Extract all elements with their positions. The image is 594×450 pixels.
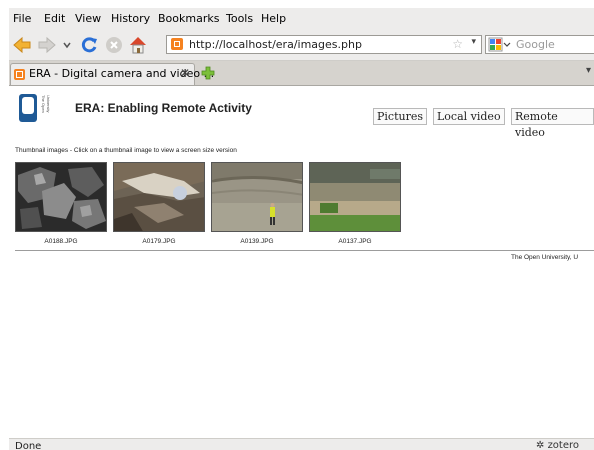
zotero-addon[interactable]: ✲ zotero	[536, 440, 579, 450]
tab-favicon-icon	[14, 69, 25, 80]
menu-file[interactable]: File	[13, 12, 31, 25]
rocks-photo	[16, 163, 106, 231]
thumbnail-label: A0139.JPG	[240, 238, 274, 245]
tab-era[interactable]: ERA - Digital camera and video ... ✕	[10, 63, 214, 85]
menu-history[interactable]: History	[111, 12, 150, 25]
reload-button[interactable]	[79, 35, 99, 55]
search-box[interactable]: Google	[485, 35, 594, 54]
url-text: http://localhost/era/images.php	[189, 38, 362, 51]
menu-edit[interactable]: Edit	[44, 12, 65, 25]
thumbnail-a0188[interactable]	[15, 162, 107, 232]
tab-list-icon[interactable]: ▾	[586, 65, 591, 76]
open-university-logo: The Open University	[19, 94, 51, 122]
close-tab-icon[interactable]: ✕	[180, 66, 190, 80]
stop-button[interactable]	[104, 35, 124, 55]
local-video-button[interactable]: Local video	[433, 108, 505, 125]
menu-view[interactable]: View	[75, 12, 101, 25]
reload-icon	[81, 37, 97, 53]
search-placeholder: Google	[516, 38, 555, 51]
remote-video-button[interactable]: Remote video	[511, 108, 594, 139]
tab-bar: ERA - Digital camera and video ... ✕ ▾	[9, 61, 594, 86]
history-dropdown[interactable]	[61, 35, 73, 55]
zotero-label: zotero	[547, 440, 580, 450]
status-text: Done	[15, 441, 42, 450]
divider	[15, 250, 594, 251]
menu-help[interactable]: Help	[261, 12, 286, 25]
menu-bookmarks[interactable]: Bookmarks	[158, 12, 219, 25]
bookmark-star-icon[interactable]: ☆	[452, 37, 463, 51]
page-title: ERA: Enabling Remote Activity	[75, 101, 252, 115]
back-arrow-icon	[13, 36, 31, 54]
menu-bar: File Edit View History Bookmarks Tools H…	[9, 8, 594, 30]
navigation-toolbar: http://localhost/era/images.php ☆ ▾ Goog…	[9, 30, 594, 61]
thumbnail-a0139[interactable]	[211, 162, 303, 232]
home-icon	[130, 37, 146, 54]
url-dropdown-icon[interactable]: ▾	[471, 37, 476, 47]
quarry-landscape-photo	[310, 163, 400, 231]
browser-window: File Edit View History Bookmarks Tools H…	[9, 8, 594, 450]
thumbnail-label: A0137.JPG	[338, 238, 372, 245]
page-footer: The Open University, U	[511, 254, 579, 261]
menu-tools[interactable]: Tools	[226, 12, 253, 25]
svg-text:University: University	[46, 95, 51, 113]
pictures-button[interactable]: Pictures	[373, 108, 427, 125]
home-button[interactable]	[128, 35, 148, 55]
quarry-person-photo	[212, 163, 302, 231]
forward-arrow-icon	[38, 36, 56, 54]
thumbnail-a0179[interactable]	[113, 162, 205, 232]
stop-icon	[106, 37, 122, 53]
site-favicon-icon	[171, 38, 183, 50]
new-tab-icon[interactable]	[201, 66, 215, 80]
thumbnail-a0137[interactable]	[309, 162, 401, 232]
thumbnail-label: A0188.JPG	[44, 238, 78, 245]
thumbnail-caption: Thumbnail images - Click on a thumbnail …	[15, 147, 237, 154]
url-bar[interactable]: http://localhost/era/images.php ☆ ▾	[166, 35, 482, 54]
svg-text:The Open: The Open	[41, 95, 46, 113]
rock-outcrop-photo	[114, 163, 204, 231]
chevron-down-icon	[63, 42, 71, 49]
page-content: The Open University ERA: Enabling Remote…	[9, 86, 594, 438]
google-engine-icon[interactable]	[488, 37, 512, 52]
forward-button[interactable]	[37, 35, 57, 55]
status-bar: Done ✲ zotero	[9, 438, 594, 450]
back-button[interactable]	[12, 35, 32, 55]
thumbnail-label: A0179.JPG	[142, 238, 176, 245]
